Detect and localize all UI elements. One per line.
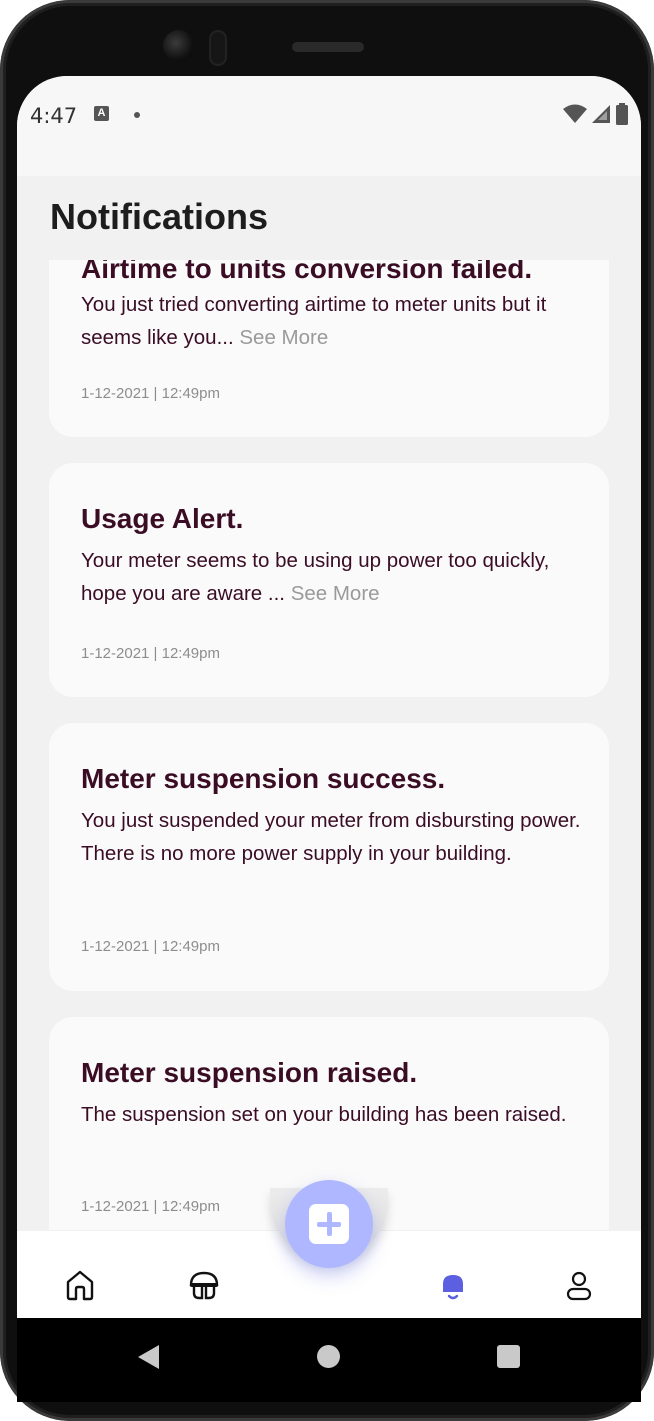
notification-body: Your meter seems to be using up power to… (81, 544, 581, 610)
notification-title: Usage Alert. (81, 503, 244, 534)
status-time: 4:47 (30, 104, 78, 128)
status-bar: 4:47 A (17, 76, 641, 176)
recents-icon[interactable] (497, 1345, 520, 1368)
notification-dot-icon (134, 112, 140, 118)
front-camera (163, 30, 195, 62)
notification-body: You just suspended your meter from disbu… (81, 809, 581, 865)
earpiece-speaker (292, 42, 364, 52)
home-icon[interactable] (63, 1268, 97, 1302)
status-icons (563, 103, 629, 125)
add-button[interactable] (285, 1180, 373, 1268)
notification-list[interactable]: Airtime to units conversion failed. You … (17, 260, 641, 1230)
system-navigation-bar (17, 1318, 641, 1402)
notification-card[interactable]: Airtime to units conversion failed. You … (49, 260, 609, 437)
profile-icon[interactable] (562, 1268, 596, 1302)
notification-title: Meter suspension raised. (81, 1057, 418, 1088)
keyboard-indicator-icon: A (94, 106, 109, 121)
page-title: Notifications (50, 196, 269, 237)
notification-title: Meter suspension success. (81, 763, 446, 794)
notification-card[interactable]: Meter suspension success. You just suspe… (49, 723, 609, 991)
notification-title: Airtime to units conversion failed. (81, 260, 533, 284)
notification-timestamp: 1-12-2021 | 12:49pm (81, 938, 220, 955)
notification-timestamp: 1-12-2021 | 12:49pm (81, 1198, 220, 1215)
bell-icon[interactable] (436, 1268, 470, 1302)
see-more-link[interactable]: See More (239, 326, 328, 349)
notification-card[interactable]: Usage Alert. Your meter seems to be usin… (49, 463, 609, 697)
notification-timestamp: 1-12-2021 | 12:49pm (81, 385, 220, 402)
back-icon[interactable] (137, 1344, 161, 1370)
notification-body: You just tried converting airtime to met… (81, 288, 581, 354)
see-more-link[interactable]: See More (291, 582, 380, 605)
meter-icon[interactable] (187, 1268, 221, 1302)
app-screen: 4:47 A Notifications Airtime to units co… (17, 76, 641, 1318)
home-circle-icon[interactable] (317, 1345, 340, 1368)
add-icon (309, 1204, 349, 1244)
cell-signal-icon (592, 105, 610, 123)
wifi-icon (563, 104, 587, 123)
notification-timestamp: 1-12-2021 | 12:49pm (81, 645, 220, 662)
notification-body: The suspension set on your building has … (81, 1103, 567, 1126)
battery-icon (616, 103, 628, 125)
proximity-sensor (209, 30, 227, 66)
